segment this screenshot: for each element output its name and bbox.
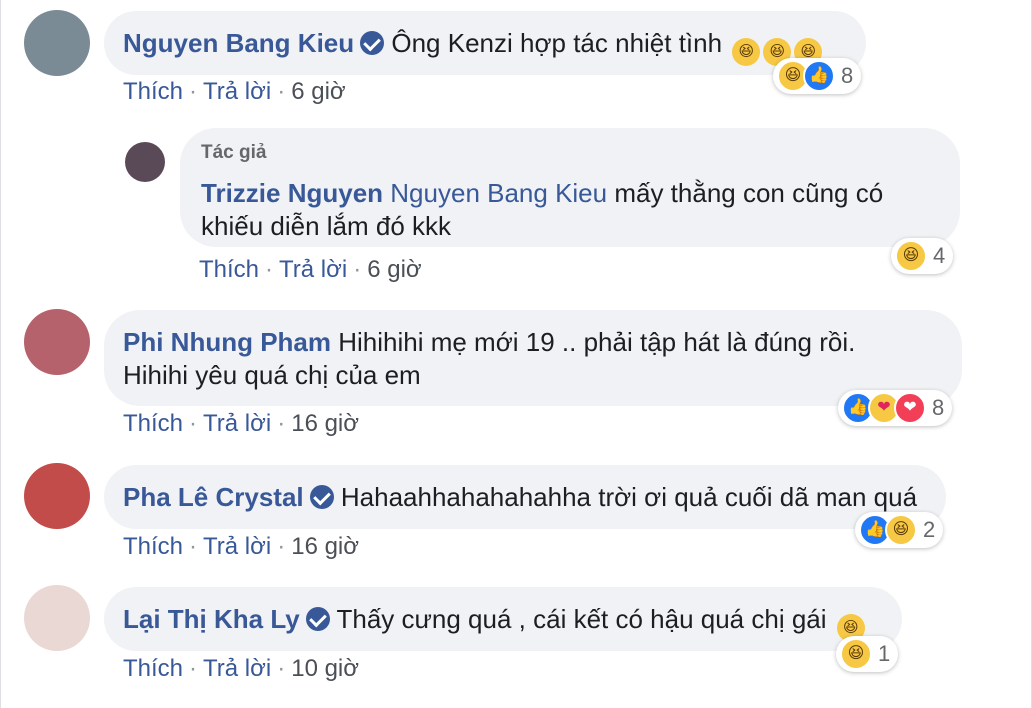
comment-actions: Thích · Trả lời · 6 giờ bbox=[123, 78, 346, 106]
verified-badge-icon bbox=[360, 31, 385, 55]
mention-link[interactable]: Nguyen Bang Kieu bbox=[390, 178, 607, 208]
timestamp[interactable]: 6 giờ bbox=[291, 78, 345, 105]
comment-bubble: Pha Lê Crystal Hahaahhahahahahha trời ơi… bbox=[104, 465, 946, 529]
love-reaction-icon: ❤ bbox=[894, 392, 926, 424]
timestamp[interactable]: 10 giờ bbox=[291, 655, 359, 682]
like-link[interactable]: Thích bbox=[123, 533, 183, 560]
author-badge: Tác giả bbox=[201, 142, 267, 163]
comment-actions: Thích · Trả lời · 10 giờ bbox=[123, 655, 359, 683]
reaction-count: 4 bbox=[933, 243, 946, 268]
commenter-name[interactable]: Nguyen Bang Kieu bbox=[123, 28, 354, 58]
like-link[interactable]: Thích bbox=[123, 78, 183, 105]
commenter-name[interactable]: Lại Thị Kha Ly bbox=[123, 604, 300, 634]
comment-text-line2: Hihihi yêu quá chị của em bbox=[123, 360, 421, 390]
comment-bubble: Lại Thị Kha Ly Thấy cưng quá , cái kết c… bbox=[104, 587, 902, 651]
left-border bbox=[0, 0, 1, 708]
reply-link[interactable]: Trả lời bbox=[203, 78, 271, 105]
timestamp[interactable]: 6 giờ bbox=[367, 256, 421, 283]
commenter-name[interactable]: Phi Nhung Pham bbox=[123, 327, 331, 357]
avatar[interactable] bbox=[24, 10, 90, 76]
separator: · bbox=[277, 78, 286, 105]
reaction-count: 8 bbox=[932, 395, 945, 420]
comment-bubble: Tác giả Trizzie Nguyen Nguyen Bang Kieu … bbox=[180, 128, 960, 247]
reaction-summary[interactable]: 😆 4 bbox=[891, 238, 954, 274]
reaction-summary[interactable]: 👍 😆 2 bbox=[855, 512, 944, 548]
haha-reaction-icon: 😆 bbox=[885, 514, 917, 546]
haha-reaction-icon: 😆 bbox=[895, 240, 927, 272]
reply-link[interactable]: Trả lời bbox=[203, 410, 271, 437]
avatar[interactable] bbox=[24, 309, 90, 375]
verified-badge-icon bbox=[305, 607, 330, 631]
comment-text-line2: khiếu diễn lắm đó kkk bbox=[201, 211, 452, 241]
timestamp[interactable]: 16 giờ bbox=[291, 533, 359, 560]
verified-badge-icon bbox=[309, 485, 334, 509]
avatar[interactable] bbox=[24, 463, 90, 529]
commenter-name[interactable]: Pha Lê Crystal bbox=[123, 482, 304, 512]
timestamp[interactable]: 16 giờ bbox=[291, 410, 359, 437]
separator: · bbox=[189, 78, 198, 105]
separator: · bbox=[189, 533, 198, 560]
comment-text: Hihihihi mẹ mới 19 .. phải tập hát là đú… bbox=[338, 327, 856, 357]
commenter-name[interactable]: Trizzie Nguyen bbox=[201, 178, 383, 208]
reaction-summary[interactable]: 👍 ❤ ❤ 8 bbox=[838, 390, 953, 426]
reaction-summary[interactable]: 😆 1 bbox=[836, 636, 899, 672]
reply-link[interactable]: Trả lời bbox=[203, 533, 271, 560]
like-link[interactable]: Thích bbox=[123, 655, 183, 682]
reaction-count: 8 bbox=[841, 63, 854, 88]
comment-bubble: Phi Nhung Pham Hihihihi mẹ mới 19 .. phả… bbox=[104, 310, 962, 406]
like-link[interactable]: Thích bbox=[199, 256, 259, 283]
rolling-laughing-emoji-icon: 😆 bbox=[732, 38, 761, 66]
like-reaction-icon: 👍 bbox=[803, 60, 835, 92]
comment-actions: Thích · Trả lời · 6 giờ bbox=[199, 256, 422, 284]
comment-bubble: Nguyen Bang Kieu Ông Kenzi hợp tác nhiệt… bbox=[104, 11, 866, 75]
reaction-count: 1 bbox=[878, 641, 891, 666]
separator: · bbox=[277, 655, 286, 682]
reaction-count: 2 bbox=[923, 517, 936, 542]
separator: · bbox=[277, 410, 286, 437]
comment-text: Ông Kenzi hợp tác nhiệt tình bbox=[391, 28, 723, 58]
separator: · bbox=[265, 256, 274, 283]
comment-text: mấy thằng con cũng có bbox=[614, 178, 884, 208]
like-link[interactable]: Thích bbox=[123, 410, 183, 437]
comment-text: Thấy cưng quá , cái kết có hậu quá chị g… bbox=[336, 604, 827, 634]
reaction-summary[interactable]: 😆 👍 8 bbox=[773, 58, 862, 94]
comment-actions: Thích · Trả lời · 16 giờ bbox=[123, 533, 359, 561]
haha-reaction-icon: 😆 bbox=[840, 638, 872, 670]
separator: · bbox=[277, 533, 286, 560]
comment-actions: Thích · Trả lời · 16 giờ bbox=[123, 410, 359, 438]
separator: · bbox=[189, 655, 198, 682]
separator: · bbox=[189, 410, 198, 437]
reply-link[interactable]: Trả lời bbox=[203, 655, 271, 682]
reply-link[interactable]: Trả lời bbox=[279, 256, 347, 283]
separator: · bbox=[353, 256, 362, 283]
avatar[interactable] bbox=[125, 142, 165, 182]
avatar[interactable] bbox=[24, 585, 90, 651]
comment-text: Hahaahhahahahahha trời ơi quả cuối dã ma… bbox=[340, 482, 918, 512]
